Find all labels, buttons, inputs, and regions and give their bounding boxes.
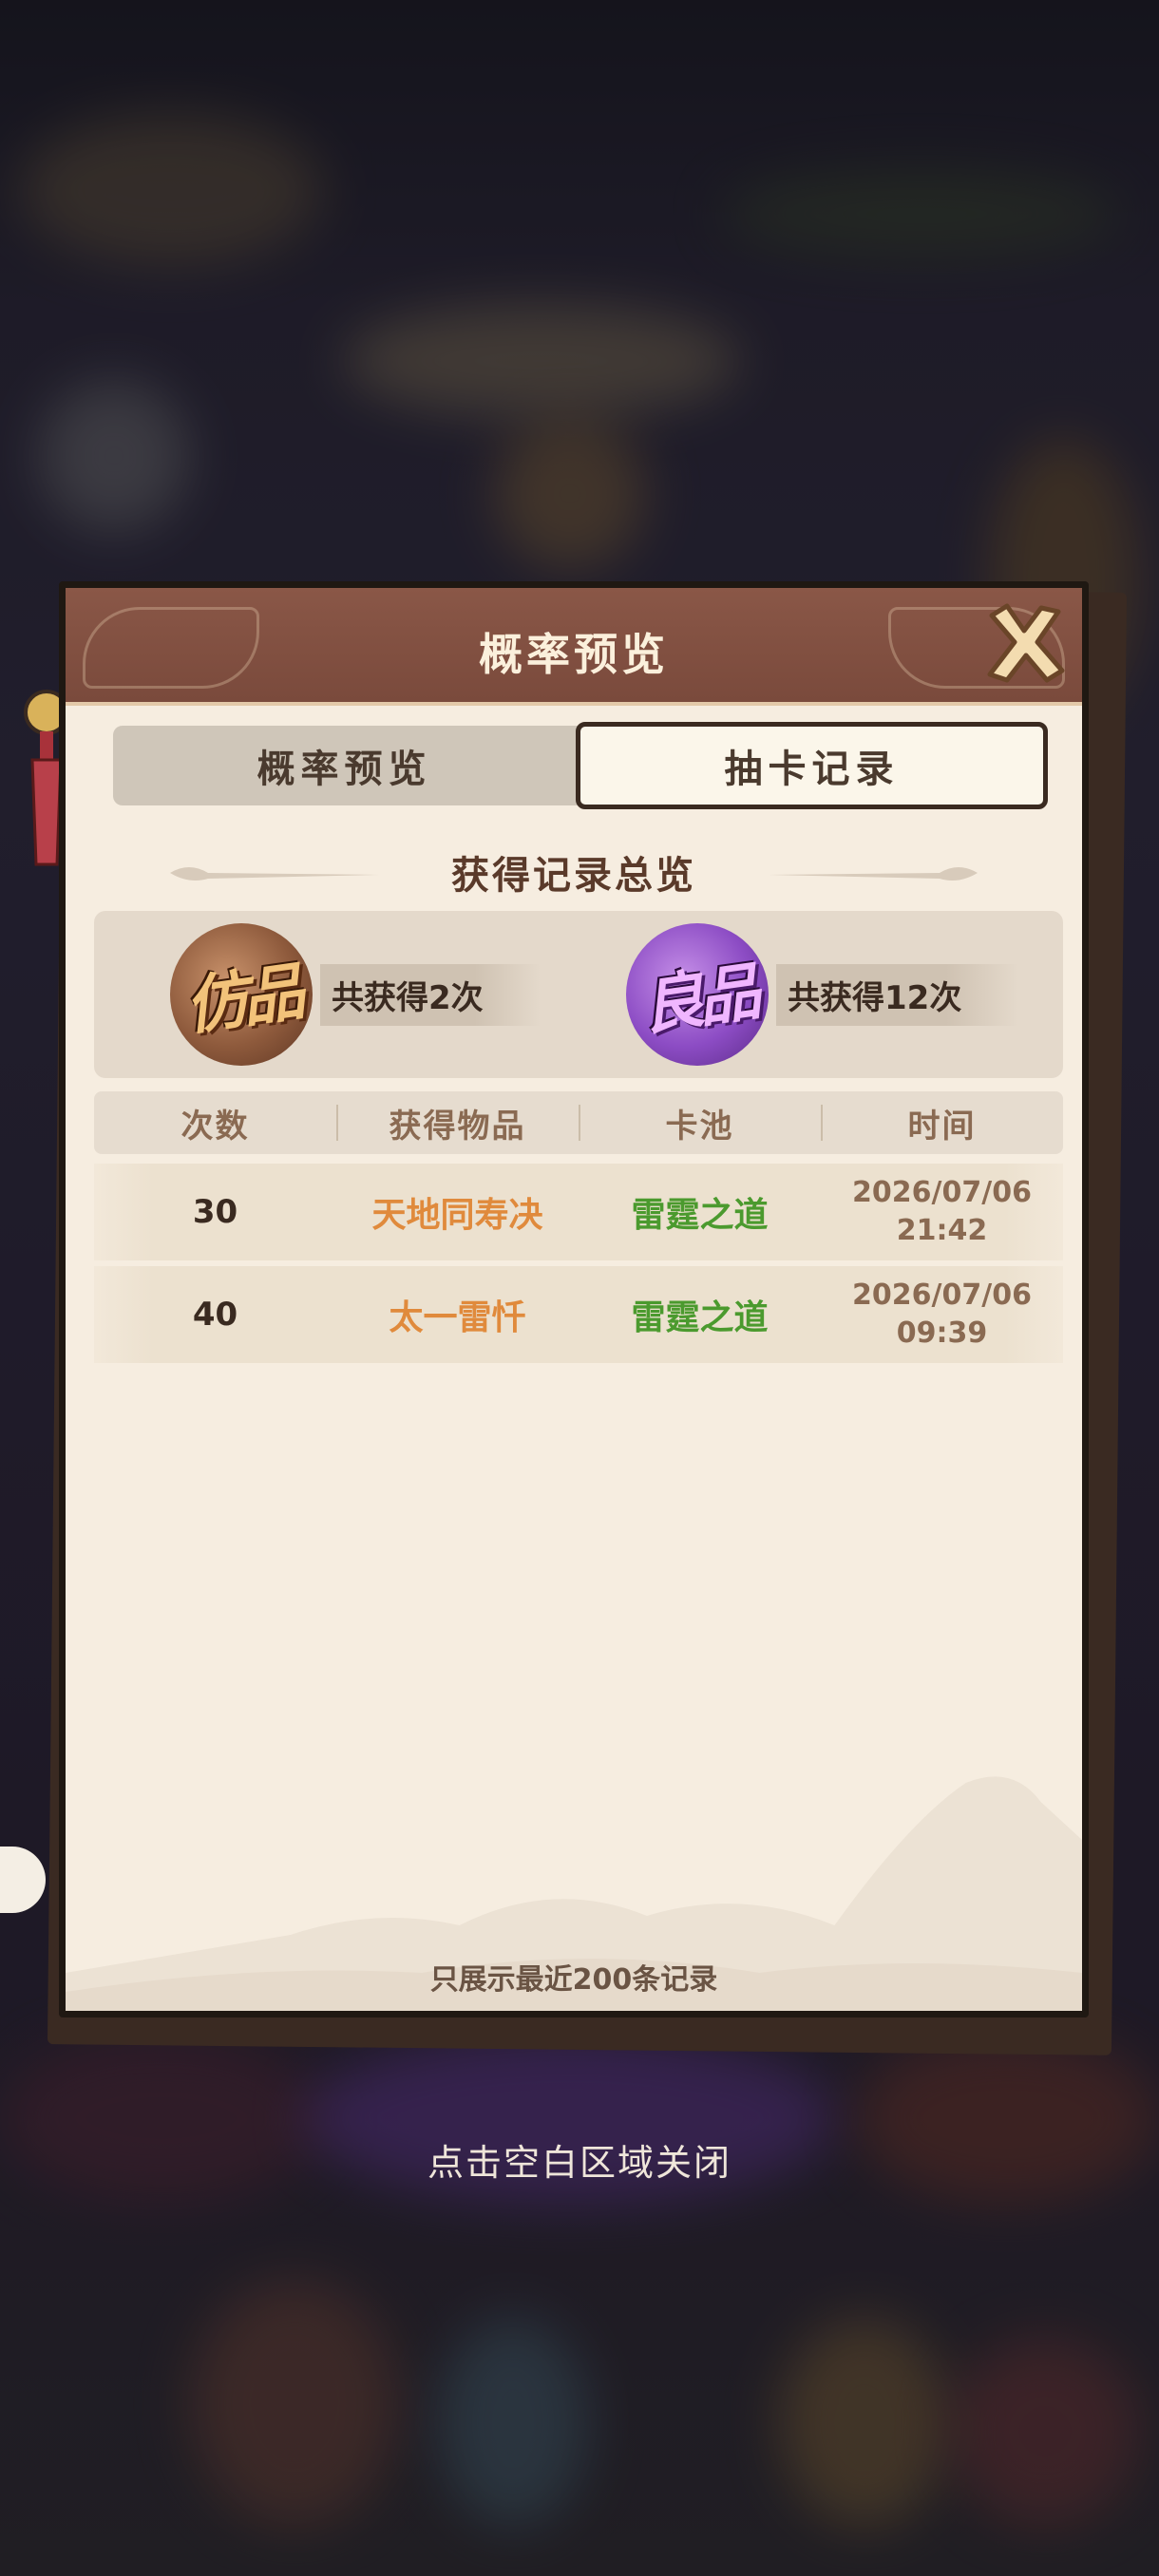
column-header-pool: 卡池 <box>579 1091 821 1154</box>
row-clock: 09:39 <box>896 1316 988 1350</box>
summary-item-good: 良品 共获得12次 <box>626 920 1019 1069</box>
row-item[interactable]: 天地同寿决 <box>336 1164 579 1260</box>
column-header-time: 时间 <box>821 1091 1063 1154</box>
row-date: 2026/07/06 <box>852 1176 1032 1209</box>
table-row: 40 太一雷忏 雷霆之道 2026/07/06 09:39 <box>94 1266 1063 1363</box>
close-x-icon <box>987 603 1065 683</box>
tab-bar: 概率预览 抽卡记录 <box>113 722 1048 809</box>
modal-header: 概率预览 <box>66 588 1082 706</box>
table-row: 30 天地同寿决 雷霆之道 2026/07/06 21:42 <box>94 1164 1063 1260</box>
modal-title: 概率预览 <box>479 629 669 680</box>
grade-badge-imitation: 仿品 <box>170 923 313 1066</box>
row-count: 30 <box>192 1193 238 1231</box>
grade-badge-good: 良品 <box>626 923 769 1066</box>
grade-count: 共获得2次 <box>320 963 541 1026</box>
grade-count: 共获得12次 <box>776 963 1019 1026</box>
summary-box: 仿品 共获得2次 良品 共获得12次 <box>94 911 1063 1078</box>
row-clock: 21:42 <box>896 1214 988 1247</box>
grade-label: 仿品 <box>180 955 304 1044</box>
row-time: 2026/07/06 09:39 <box>821 1266 1063 1363</box>
title-swoosh-deco <box>769 867 978 881</box>
grade-label: 良品 <box>636 955 760 1044</box>
record-table-header: 次数 获得物品 卡池 时间 <box>94 1091 1063 1154</box>
probability-modal: 概率预览 概率预览 抽卡记录 获得记录总览 仿品 共获得2次 良品 共获得12次… <box>59 581 1089 2017</box>
row-count: 40 <box>192 1296 238 1334</box>
row-pool: 雷霆之道 <box>631 1196 769 1235</box>
row-pool: 雷霆之道 <box>631 1298 769 1337</box>
row-date: 2026/07/06 <box>852 1279 1032 1312</box>
tab-probability-preview[interactable]: 概率预览 <box>113 726 576 805</box>
footer-note: 只展示最近200条记录 <box>429 1963 718 1997</box>
row-item[interactable]: 太一雷忏 <box>336 1266 579 1363</box>
record-table-body: 30 天地同寿决 雷霆之道 2026/07/06 21:42 40 太一雷忏 雷… <box>94 1164 1063 1369</box>
summary-item-imitation: 仿品 共获得2次 <box>170 920 541 1069</box>
close-button[interactable] <box>978 598 1070 690</box>
column-header-item: 获得物品 <box>336 1091 579 1154</box>
tab-draw-record[interactable]: 抽卡记录 <box>576 722 1048 809</box>
close-hint-text[interactable]: 点击空白区域关闭 <box>0 2133 1159 2186</box>
column-header-count: 次数 <box>180 1107 250 1146</box>
row-time: 2026/07/06 21:42 <box>821 1164 1063 1260</box>
